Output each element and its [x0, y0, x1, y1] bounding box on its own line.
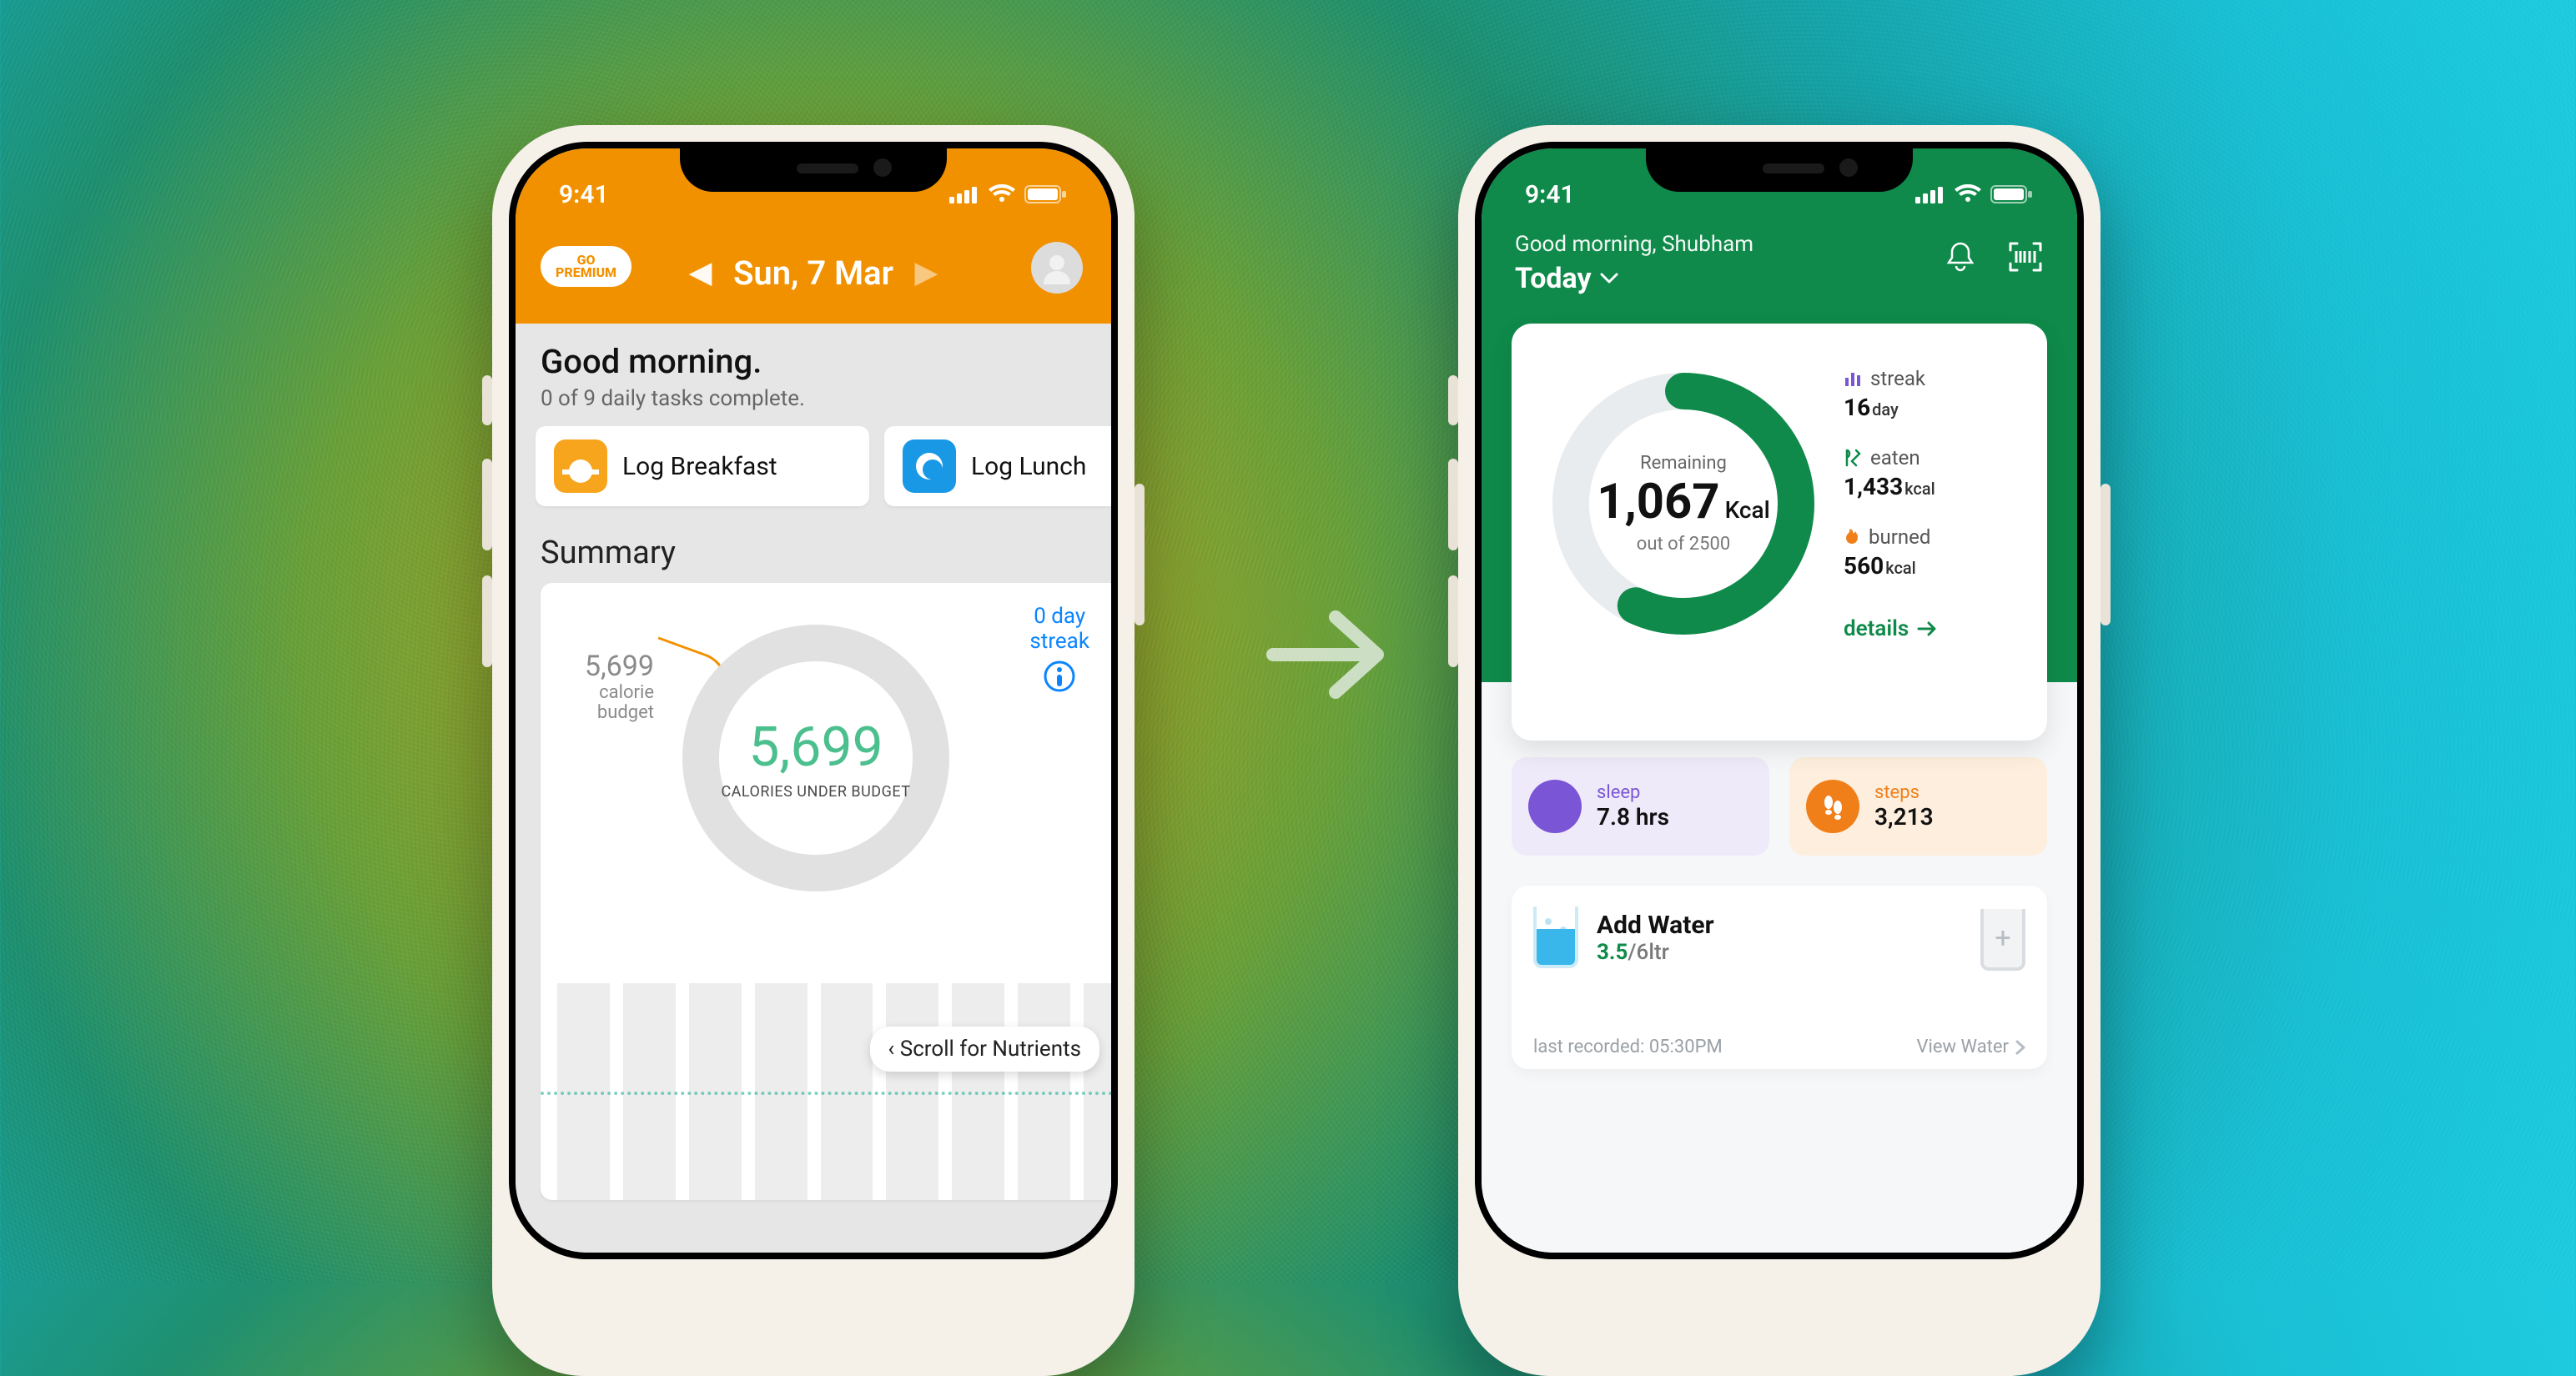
- app-b-screen: 9:41 Good morning, Shubham Today: [1482, 148, 2077, 1253]
- chevron-down-icon: [1600, 273, 1618, 284]
- app-a-screen: 9:41 GO PREMIUM ◀ Sun, 7 Mar: [516, 148, 1111, 1253]
- stat-value: 3,213: [1874, 803, 1934, 831]
- date-dropdown[interactable]: Today: [1515, 262, 1753, 295]
- kcal-unit: Kcal: [1725, 496, 1770, 524]
- wifi-icon: [1954, 184, 1982, 204]
- stat-value: 7.8 hrs: [1597, 803, 1669, 831]
- svg-text:zzz: zzz: [1551, 799, 1561, 806]
- date-label: Today: [1515, 262, 1592, 295]
- details-link[interactable]: details: [1844, 616, 1937, 641]
- calorie-ring: 5,699 CALORIES UNDER BUDGET: [682, 625, 949, 891]
- metric-burned: burned 560kcal: [1844, 525, 1937, 580]
- remaining-outof: out of 2500: [1637, 534, 1730, 555]
- stat-label: steps: [1874, 782, 1934, 803]
- signal-icon: [949, 185, 979, 203]
- remaining-value: 1,067: [1597, 474, 1719, 530]
- go-premium-chip[interactable]: GO PREMIUM: [541, 246, 631, 287]
- streak-indicator[interactable]: 0 day streak: [1029, 605, 1089, 696]
- date-next-button[interactable]: ▶: [915, 256, 937, 289]
- status-time: 9:41: [559, 180, 609, 209]
- streak-value: 0 day: [1029, 605, 1089, 630]
- greeting-title: Good morning.: [541, 342, 1086, 381]
- calorie-budget-label: 5,699 calorie budget: [554, 650, 654, 723]
- stat-card-steps[interactable]: steps 3,213: [1789, 757, 2047, 856]
- calorie-card[interactable]: Remaining 1,067Kcal out of 2500 streak 1…: [1512, 324, 2047, 741]
- summary-card[interactable]: 0 day streak 5,699 calorie budget 5,699: [541, 583, 1111, 1200]
- task-label: Log Lunch: [971, 452, 1086, 481]
- barcode-scan-button[interactable]: [2007, 239, 2044, 275]
- notifications-button[interactable]: [1942, 239, 1979, 275]
- phone-notch: [680, 142, 947, 192]
- go-premium-line2: PREMIUM: [556, 264, 616, 280]
- barcode-icon: [2008, 241, 2043, 273]
- date-label[interactable]: Sun, 7 Mar: [733, 254, 893, 293]
- arrow-right-icon: [1917, 621, 1937, 636]
- calories-remaining: 5,699: [748, 716, 883, 780]
- moon-icon: zzz: [1528, 780, 1582, 833]
- budget-caption: calorie budget: [554, 683, 654, 723]
- phone-frame-right: 9:41 Good morning, Shubham Today: [1458, 125, 2101, 1376]
- daily-task-row[interactable]: Log Breakfast Log Lunch: [516, 416, 1111, 513]
- sun-icon: [903, 439, 956, 493]
- scroll-hint[interactable]: ‹ Scroll for Nutrients: [870, 1027, 1100, 1072]
- task-log-lunch[interactable]: Log Lunch: [884, 426, 1111, 506]
- flame-icon: [1844, 527, 1860, 547]
- budget-value: 5,699: [554, 650, 654, 683]
- info-icon[interactable]: [1043, 660, 1076, 693]
- water-last-recorded: last recorded: 05:30PM: [1533, 1037, 1723, 1057]
- phone-notch: [1646, 142, 1913, 192]
- water-glass-icon: [1533, 906, 1578, 968]
- metric-eaten: eaten 1,433kcal: [1844, 446, 1937, 500]
- date-prev-button[interactable]: ◀: [690, 256, 712, 289]
- battery-icon: [1990, 184, 2034, 204]
- user-icon: [1040, 251, 1074, 284]
- arrow-right-icon: [1265, 600, 1398, 709]
- summary-heading: Summary: [516, 513, 1111, 583]
- metric-streak: streak 16day: [1844, 367, 1937, 421]
- remaining-label: Remaining: [1640, 453, 1727, 474]
- battery-icon: [1024, 184, 1068, 204]
- water-title: Add Water: [1597, 911, 1714, 940]
- water-card[interactable]: Add Water 3.5/6ltr + last recorded: 05:3…: [1512, 886, 2047, 1069]
- calorie-progress-ring: Remaining 1,067Kcal out of 2500: [1542, 362, 1825, 645]
- signal-icon: [1915, 185, 1945, 203]
- view-water-link[interactable]: View Water: [1917, 1037, 2025, 1057]
- tasks-progress: 0 of 9 daily tasks complete.: [541, 386, 1086, 411]
- stat-label: sleep: [1597, 782, 1669, 803]
- nutrient-bars[interactable]: [541, 983, 1111, 1200]
- chevron-right-icon: [2015, 1040, 2025, 1055]
- footsteps-icon: [1806, 780, 1859, 833]
- bell-icon: [1945, 240, 1976, 274]
- bar-chart-icon: [1844, 369, 1862, 388]
- water-amount: 3.5/6ltr: [1597, 940, 1714, 965]
- profile-avatar[interactable]: [1031, 242, 1083, 294]
- phone-frame-left: 9:41 GO PREMIUM ◀ Sun, 7 Mar: [492, 125, 1135, 1376]
- wifi-icon: [988, 184, 1016, 204]
- task-log-breakfast[interactable]: Log Breakfast: [536, 426, 869, 506]
- streak-word: streak: [1029, 630, 1089, 655]
- task-label: Log Breakfast: [622, 452, 777, 481]
- add-water-button[interactable]: +: [1980, 909, 2025, 971]
- sunrise-icon: [554, 439, 607, 493]
- greeting-text: Good morning, Shubham: [1515, 232, 1753, 257]
- utensils-icon: [1844, 449, 1862, 467]
- status-time: 9:41: [1525, 180, 1575, 209]
- stat-card-sleep[interactable]: zzz sleep 7.8 hrs: [1512, 757, 1769, 856]
- calories-caption: CALORIES UNDER BUDGET: [721, 783, 910, 801]
